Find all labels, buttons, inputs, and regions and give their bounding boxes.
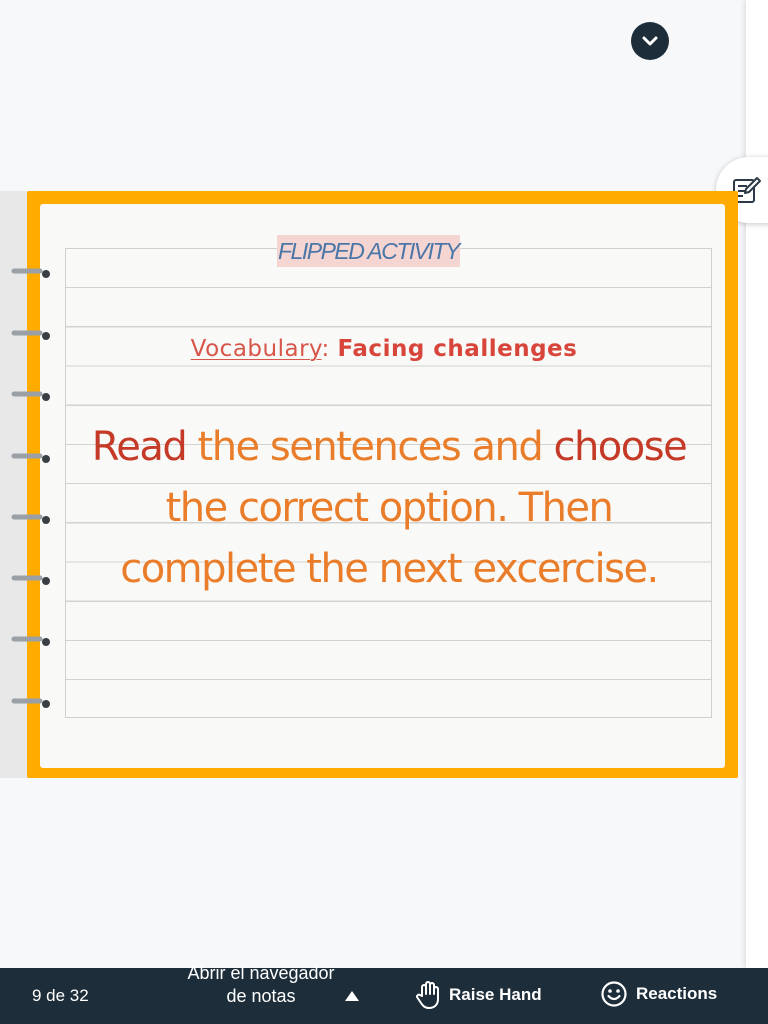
vocabulary-topic: Facing challenges bbox=[337, 336, 578, 362]
spiral-rings bbox=[11, 268, 50, 708]
raise-hand-button[interactable]: Raise Hand bbox=[416, 980, 542, 1010]
hand-icon bbox=[416, 981, 439, 1009]
vocabulary-heading: Vocabulary: Facing challenges bbox=[0, 336, 768, 362]
smile-icon bbox=[601, 981, 627, 1007]
bottom-toolbar: 9 de 32 Abrir el navegador de notas Rais… bbox=[0, 963, 768, 1024]
instruction-text-1: the sentences and bbox=[186, 424, 554, 470]
vocabulary-colon: : bbox=[321, 336, 330, 362]
instruction-text-2: the correct option. Then complete the ne… bbox=[120, 485, 659, 592]
activity-tag: FLIPPED ACTIVITY bbox=[277, 235, 460, 267]
instruction-choose: choose bbox=[553, 424, 687, 470]
activity-instructions: Read the sentences and choose the correc… bbox=[80, 417, 698, 600]
reactions-button[interactable]: Reactions bbox=[600, 980, 717, 1008]
reactions-label: Reactions bbox=[636, 984, 718, 1003]
vocabulary-label: Vocabulary bbox=[190, 336, 322, 362]
side-panel-edge bbox=[746, 0, 768, 968]
page-counter: 9 de 32 bbox=[32, 986, 89, 1005]
raise-hand-label: Raise Hand bbox=[449, 985, 542, 1004]
notes-browser-button[interactable]: Abrir el navegador de notas bbox=[186, 962, 336, 1008]
chevron-down-icon bbox=[642, 36, 658, 46]
caret-up-icon[interactable] bbox=[344, 990, 360, 1002]
collapse-button[interactable] bbox=[631, 22, 669, 60]
instruction-read: Read bbox=[91, 424, 188, 470]
